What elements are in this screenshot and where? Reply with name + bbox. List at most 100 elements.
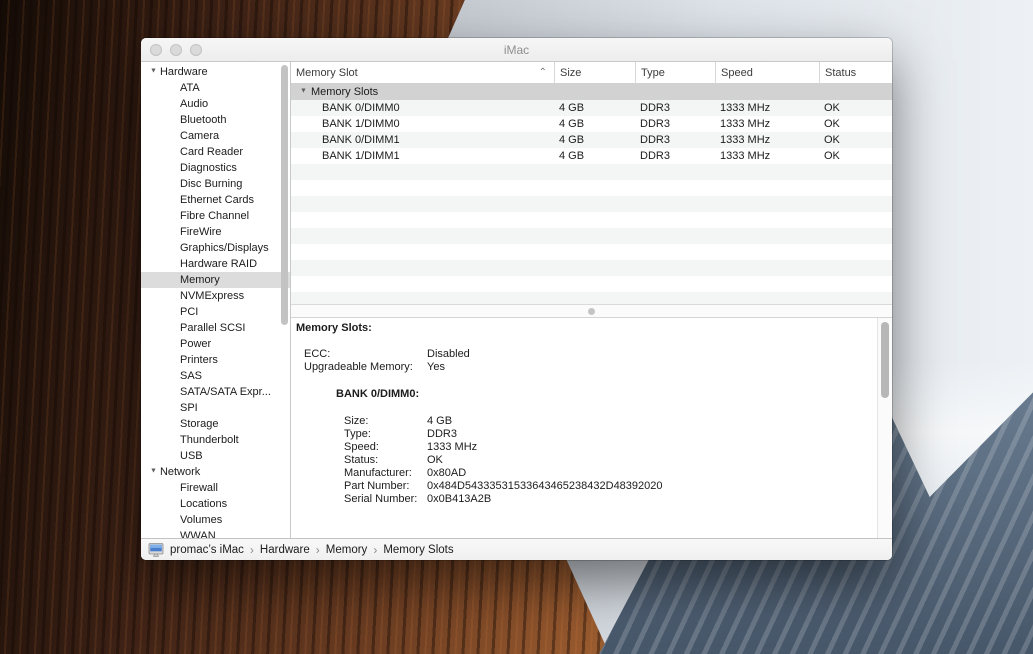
detail-field-type: Type:DDR3 xyxy=(344,428,892,441)
imac-computer-icon xyxy=(148,543,164,557)
sidebar-item-locations[interactable]: Locations xyxy=(141,496,290,512)
sidebar-item-label: Firewall xyxy=(180,480,218,496)
sidebar-item-disc-burning[interactable]: Disc Burning xyxy=(141,176,290,192)
table-cell: OK xyxy=(819,148,892,164)
detail-field-value: DDR3 xyxy=(427,428,457,441)
sidebar-item-label: Graphics/Displays xyxy=(180,240,269,256)
sidebar-item-hardware[interactable]: ▼Hardware xyxy=(141,64,290,80)
sidebar-item-wwan[interactable]: WWAN xyxy=(141,528,290,538)
sidebar-item-sas[interactable]: SAS xyxy=(141,368,290,384)
sidebar-item-label: SPI xyxy=(180,400,198,416)
sidebar-item-spi[interactable]: SPI xyxy=(141,400,290,416)
traffic-lights xyxy=(150,44,202,56)
table-cell: 4 GB xyxy=(554,116,635,132)
sidebar-item-audio[interactable]: Audio xyxy=(141,96,290,112)
detail-field-label: Status: xyxy=(344,454,427,467)
table-cell: BANK 1/DIMM1 xyxy=(291,148,554,164)
sidebar-item-hardware-raid[interactable]: Hardware RAID xyxy=(141,256,290,272)
sidebar-item-power[interactable]: Power xyxy=(141,336,290,352)
sidebar-item-network[interactable]: ▼Network xyxy=(141,464,290,480)
details-general-fields: ECC:DisabledUpgradeable Memory:Yes xyxy=(291,348,892,374)
zoom-button[interactable] xyxy=(190,44,202,56)
table-row-bank-0-dimm1[interactable]: BANK 0/DIMM14 GBDDR31333 MHzOK xyxy=(291,132,892,148)
sidebar-item-bluetooth[interactable]: Bluetooth xyxy=(141,112,290,128)
sidebar-item-nvmexpress[interactable]: NVMExpress xyxy=(141,288,290,304)
column-header-size[interactable]: Size xyxy=(554,62,635,83)
details-title: Memory Slots: xyxy=(296,322,892,335)
breadcrumb: promac’s iMac›Hardware›Memory›Memory Slo… xyxy=(170,543,454,557)
sidebar-item-label: Ethernet Cards xyxy=(180,192,254,208)
close-button[interactable] xyxy=(150,44,162,56)
sidebar-item-printers[interactable]: Printers xyxy=(141,352,290,368)
disclosure-triangle-icon[interactable]: ▼ xyxy=(300,84,307,100)
detail-field-label: Size: xyxy=(344,415,427,428)
disclosure-triangle-icon[interactable]: ▼ xyxy=(150,464,157,480)
detail-field-value: OK xyxy=(427,454,443,467)
disclosure-triangle-icon[interactable]: ▼ xyxy=(150,64,157,80)
sidebar-item-sata-sata-expr[interactable]: SATA/SATA Expr... xyxy=(141,384,290,400)
sidebar-item-ata[interactable]: ATA xyxy=(141,80,290,96)
sidebar-item-label: Hardware xyxy=(160,64,208,80)
window-body: ▼HardwareATAAudioBluetoothCameraCard Rea… xyxy=(141,62,892,538)
sidebar-item-label: Disc Burning xyxy=(180,176,242,192)
sidebar-item-memory[interactable]: Memory xyxy=(141,272,290,288)
column-header-speed[interactable]: Speed xyxy=(715,62,819,83)
sidebar-item-diagnostics[interactable]: Diagnostics xyxy=(141,160,290,176)
table-group-row-memory-slots[interactable]: ▼ Memory Slots xyxy=(291,84,892,100)
detail-field-speed: Speed:1333 MHz xyxy=(344,441,892,454)
sidebar-item-label: ATA xyxy=(180,80,200,96)
detail-field-ecc: ECC:Disabled xyxy=(304,348,892,361)
sidebar-item-pci[interactable]: PCI xyxy=(141,304,290,320)
details-bank-title: BANK 0/DIMM0: xyxy=(336,388,892,401)
detail-field-serial-number: Serial Number:0x0B413A2B xyxy=(344,493,892,506)
breadcrumb-item-hardware: Hardware xyxy=(260,544,310,556)
breadcrumb-separator: › xyxy=(316,543,320,557)
sidebar-item-card-reader[interactable]: Card Reader xyxy=(141,144,290,160)
sort-ascending-icon: ⌃ xyxy=(539,67,547,78)
table-body: ▼ Memory Slots BANK 0/DIMM04 GBDDR31333 … xyxy=(291,84,892,304)
table-cell: OK xyxy=(819,132,892,148)
detail-field-label: Speed: xyxy=(344,441,427,454)
table-rows-area: BANK 0/DIMM04 GBDDR31333 MHzOKBANK 1/DIM… xyxy=(291,100,892,304)
sidebar-item-label: Power xyxy=(180,336,211,352)
sidebar-item-firewall[interactable]: Firewall xyxy=(141,480,290,496)
sidebar-item-label: FireWire xyxy=(180,224,222,240)
window-title: iMac xyxy=(504,43,529,57)
table-header: Memory Slot ⌃ Size Type Speed Status xyxy=(291,62,892,84)
sidebar-item-label: Parallel SCSI xyxy=(180,320,245,336)
table-row-bank-0-dimm0[interactable]: BANK 0/DIMM04 GBDDR31333 MHzOK xyxy=(291,100,892,116)
pane-splitter[interactable] xyxy=(291,304,892,318)
titlebar[interactable]: iMac xyxy=(141,38,892,62)
sidebar-item-storage[interactable]: Storage xyxy=(141,416,290,432)
sidebar-item-volumes[interactable]: Volumes xyxy=(141,512,290,528)
sidebar-item-label: Locations xyxy=(180,496,227,512)
details-scrollbar-thumb[interactable] xyxy=(881,322,889,398)
column-header-label: Status xyxy=(825,67,856,79)
sidebar-item-parallel-scsi[interactable]: Parallel SCSI xyxy=(141,320,290,336)
sidebar-item-thunderbolt[interactable]: Thunderbolt xyxy=(141,432,290,448)
sidebar-item-graphics-displays[interactable]: Graphics/Displays xyxy=(141,240,290,256)
splitter-handle-icon[interactable] xyxy=(588,308,595,315)
table-group-label: Memory Slots xyxy=(311,84,378,100)
column-header-status[interactable]: Status xyxy=(819,62,892,83)
sidebar-item-camera[interactable]: Camera xyxy=(141,128,290,144)
sidebar-item-firewire[interactable]: FireWire xyxy=(141,224,290,240)
table-cell: 1333 MHz xyxy=(715,116,819,132)
table-cell: 4 GB xyxy=(554,100,635,116)
sidebar-item-label: Bluetooth xyxy=(180,112,226,128)
sidebar-item-ethernet-cards[interactable]: Ethernet Cards xyxy=(141,192,290,208)
breadcrumb-separator: › xyxy=(373,543,377,557)
minimize-button[interactable] xyxy=(170,44,182,56)
column-header-memory-slot[interactable]: Memory Slot ⌃ xyxy=(291,62,554,83)
table-cell: 4 GB xyxy=(554,132,635,148)
detail-field-value: Yes xyxy=(427,361,445,374)
sidebar-scrollbar-thumb[interactable] xyxy=(281,65,288,325)
details-scrollbar-track[interactable] xyxy=(877,318,892,538)
sidebar-item-usb[interactable]: USB xyxy=(141,448,290,464)
sidebar-item-label: Fibre Channel xyxy=(180,208,249,224)
sidebar-item-fibre-channel[interactable]: Fibre Channel xyxy=(141,208,290,224)
table-row-bank-1-dimm1[interactable]: BANK 1/DIMM14 GBDDR31333 MHzOK xyxy=(291,148,892,164)
column-header-type[interactable]: Type xyxy=(635,62,715,83)
table-row-bank-1-dimm0[interactable]: BANK 1/DIMM04 GBDDR31333 MHzOK xyxy=(291,116,892,132)
sidebar-item-label: NVMExpress xyxy=(180,288,244,304)
